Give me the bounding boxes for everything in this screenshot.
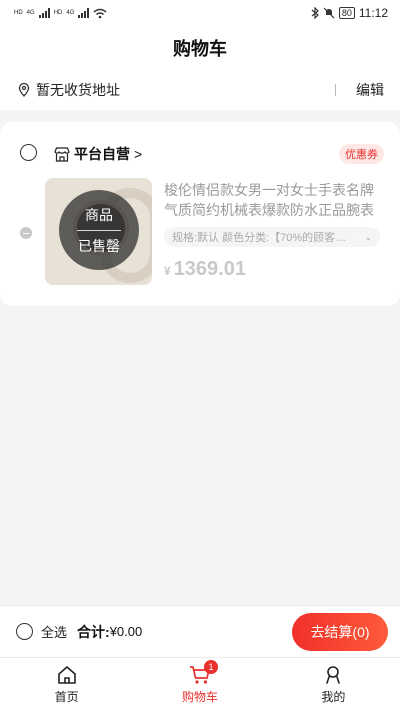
home-icon (57, 665, 76, 684)
total-label: 合计: (77, 623, 110, 640)
address-divider (335, 84, 336, 96)
select-all-label[interactable]: 全选 (41, 622, 67, 641)
product-image[interactable]: 商品 已售罄 (45, 178, 152, 285)
tab-home[interactable]: 首页 (0, 658, 133, 711)
wifi-icon (93, 8, 107, 18)
tab-profile[interactable]: 我的 (267, 658, 400, 711)
location-pin-icon (18, 83, 30, 97)
overlay-separator (77, 229, 121, 231)
checkout-button[interactable]: 去结算(0) (292, 612, 388, 651)
cart-count-badge: 1 (203, 660, 218, 674)
tab-cart[interactable]: 1 购物车 (133, 658, 266, 711)
total-value: ¥0.00 (109, 624, 143, 639)
battery-indicator: 80 (338, 7, 355, 19)
checkout-bar: 全选 合计: ¥0.00 去结算(0) (0, 605, 400, 657)
page-header: 购物车 (0, 26, 400, 70)
status-left: HD 4G HD 4G (14, 8, 107, 19)
price-currency: ¥ (164, 264, 171, 278)
clock: 11:12 (358, 6, 388, 20)
page-title: 购物车 (173, 39, 227, 59)
overlay-line2: 已售罄 (78, 237, 120, 254)
network-hd-label-2: HD (53, 10, 63, 16)
chevron-down-icon: ⌄ (364, 231, 372, 242)
product-price: ¥ 1369.01 (164, 258, 246, 281)
signal-icon (38, 8, 50, 18)
product-title[interactable]: 梭伦情侣款女男一对女士手表名牌气质简约机械表爆款防水正品腕表 (164, 180, 386, 220)
coupon-button[interactable]: 优惠券 (339, 144, 384, 164)
shop-card: 平台自营 > 优惠券 商品 已售罄 梭伦情侣款女男一对女士手表名牌气质简约机械表… (0, 122, 400, 306)
item-disabled-icon (20, 227, 32, 239)
price-amount: 1369.01 (173, 258, 246, 280)
overlay-line1: 商品 (85, 206, 113, 223)
mute-bell-icon (323, 7, 335, 19)
tab-home-label: 首页 (54, 689, 79, 704)
spec-text: 规格:默认 颜色分类:【70%的顾客… (172, 232, 347, 244)
address-text[interactable]: 暂无收货地址 (36, 80, 335, 100)
profile-icon (326, 665, 341, 684)
bluetooth-icon (311, 7, 319, 19)
bottom-tab-bar: 首页 1 购物车 我的 (0, 657, 400, 711)
shop-name-link[interactable]: 平台自营 > (54, 144, 142, 164)
network-4g-label-2: 4G (66, 10, 75, 16)
status-bar: HD 4G HD 4G 80 11:12 (0, 0, 400, 26)
sold-out-overlay: 商品 已售罄 (59, 190, 139, 270)
spec-selector[interactable]: 规格:默认 颜色分类:【70%的顾客… ⌄ (164, 227, 380, 247)
store-icon (54, 146, 70, 162)
network-4g-label-1: 4G (26, 10, 35, 16)
signal-icon-2 (78, 8, 90, 18)
select-all-radio[interactable] (16, 623, 33, 640)
shop-select-radio[interactable] (20, 144, 37, 161)
address-bar[interactable]: 暂无收货地址 编辑 (0, 70, 400, 110)
tab-cart-label: 购物车 (181, 689, 218, 704)
chevron-right-icon: > (134, 146, 143, 162)
shop-name: 平台自营 (74, 146, 130, 162)
tab-profile-label: 我的 (321, 689, 346, 704)
edit-button[interactable]: 编辑 (356, 80, 384, 100)
network-hd-label-1: HD (14, 10, 23, 16)
status-right: 80 11:12 (311, 6, 388, 20)
